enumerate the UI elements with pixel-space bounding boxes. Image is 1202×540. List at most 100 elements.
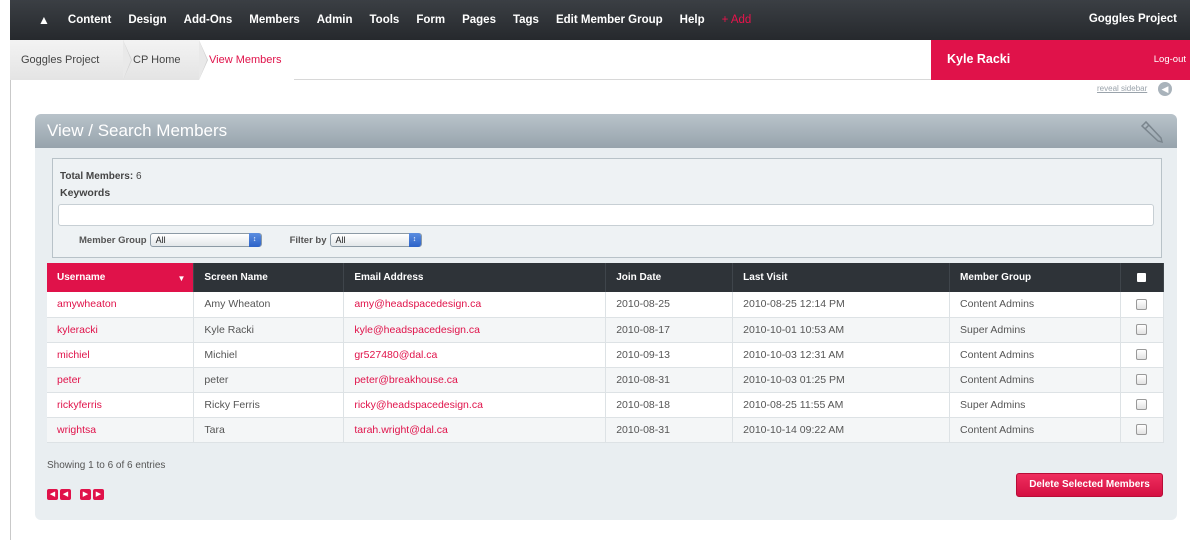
nav-item-form[interactable]: Form <box>416 14 445 26</box>
breadcrumb-label: View Members <box>209 54 282 66</box>
breadcrumb-item-cp-home[interactable]: CP Home <box>123 40 208 80</box>
email-link[interactable]: kyle@headspacedesign.ca <box>343 317 607 343</box>
row-checkbox[interactable] <box>1136 399 1148 411</box>
table-row: michiel Michiel gr527480@dal.ca 2010-09-… <box>47 342 1165 368</box>
filter-row: Member Group All ↕ Filter by All ↕ <box>79 232 422 248</box>
first-page-icon[interactable]: ◀ <box>47 489 58 500</box>
username-link[interactable]: michiel <box>47 342 195 368</box>
nav-item-admin[interactable]: Admin <box>317 14 353 26</box>
home-icon[interactable]: ▲ <box>38 13 50 27</box>
delete-selected-members-button[interactable]: Delete Selected Members <box>1016 473 1163 497</box>
next-page-icon[interactable]: ▶ <box>80 489 91 500</box>
last-visit-cell: 2010-10-03 12:31 AM <box>732 342 951 368</box>
join-date-cell: 2010-08-31 <box>605 417 734 443</box>
previous-page-icon[interactable]: ◀ <box>60 489 71 500</box>
username-link[interactable]: amywheaton <box>47 292 195 318</box>
join-date-cell: 2010-09-13 <box>605 342 734 368</box>
row-checkbox[interactable] <box>1136 298 1148 310</box>
column-header-screen-name[interactable]: Screen Name <box>193 263 345 292</box>
join-date-cell: 2010-08-25 <box>605 292 734 318</box>
nav-item-design[interactable]: Design <box>128 14 166 26</box>
keywords-label: Keywords <box>60 187 111 199</box>
last-visit-cell: 2010-08-25 12:14 PM <box>732 292 951 318</box>
column-header-last-visit[interactable]: Last Visit <box>732 263 951 292</box>
username-link[interactable]: wrightsa <box>47 417 195 443</box>
total-members: Total Members: 6 <box>60 171 142 182</box>
email-link[interactable]: tarah.wright@dal.ca <box>343 417 607 443</box>
breadcrumb-item-site[interactable]: Goggles Project <box>10 40 132 80</box>
user-name-link[interactable]: Kyle Racki <box>947 52 1010 66</box>
last-visit-cell: 2010-10-01 10:53 AM <box>732 317 951 343</box>
nav-item-tags[interactable]: Tags <box>513 14 539 26</box>
reveal-sidebar-icon[interactable]: ◀ <box>1158 82 1172 96</box>
table-row: peter peter peter@breakhouse.ca 2010-08-… <box>47 367 1165 393</box>
join-date-cell: 2010-08-17 <box>605 317 734 343</box>
reveal-sidebar-link[interactable]: reveal sidebar <box>1097 84 1147 93</box>
screen-name-cell: Michiel <box>193 342 345 368</box>
email-link[interactable]: peter@breakhouse.ca <box>343 367 607 393</box>
row-checkbox[interactable] <box>1136 324 1148 336</box>
table-header-row: Username ▼ Screen Name Email Address Joi… <box>47 263 1165 292</box>
members-panel: View / Search Members Total Members: 6 K… <box>35 114 1177 520</box>
screen-name-cell: Tara <box>193 417 345 443</box>
nav-item-pages[interactable]: Pages <box>462 14 496 26</box>
column-header-member-group[interactable]: Member Group <box>949 263 1121 292</box>
row-checkbox-cell <box>1120 417 1165 443</box>
breadcrumb: Goggles Project CP Home View Members <box>10 40 294 80</box>
row-checkbox-cell <box>1120 292 1165 318</box>
breadcrumb-label: Goggles Project <box>21 54 100 66</box>
nav-item-tools[interactable]: Tools <box>370 14 400 26</box>
join-date-cell: 2010-08-18 <box>605 392 734 418</box>
email-link[interactable]: amy@headspacedesign.ca <box>343 292 607 318</box>
row-checkbox[interactable] <box>1136 349 1148 361</box>
nav-item-add-ons[interactable]: Add-Ons <box>184 14 233 26</box>
member-group-select[interactable]: All ↕ <box>149 233 262 247</box>
member-group-cell: Content Admins <box>949 292 1121 318</box>
nav-item-content[interactable]: Content <box>68 14 111 26</box>
filter-by-select[interactable]: All ↕ <box>329 233 422 247</box>
username-link[interactable]: rickyferris <box>47 392 195 418</box>
member-group-select-value: All <box>155 235 166 245</box>
row-checkbox[interactable] <box>1136 374 1148 386</box>
column-header-email[interactable]: Email Address <box>343 263 607 292</box>
select-all-checkbox[interactable] <box>1120 263 1165 292</box>
table-row: kyleracki Kyle Racki kyle@headspacedesig… <box>47 317 1165 343</box>
site-name-link[interactable]: Goggles Project <box>1089 13 1177 25</box>
nav-add-link[interactable]: + Add <box>722 14 752 26</box>
total-members-label: Total Members: <box>60 171 134 182</box>
page-title: View / Search Members <box>47 121 228 140</box>
sort-down-icon: ▼ <box>177 274 186 283</box>
nav-item-edit-member-group[interactable]: Edit Member Group <box>556 14 663 26</box>
username-link[interactable]: kyleracki <box>47 317 195 343</box>
select-arrows-icon: ↕ <box>408 233 421 247</box>
breadcrumb-item-current: View Members <box>199 40 294 80</box>
nav-item-members[interactable]: Members <box>249 14 300 26</box>
row-checkbox-cell <box>1120 317 1165 343</box>
table-row: amywheaton Amy Wheaton amy@headspacedesi… <box>47 292 1165 318</box>
member-group-cell: Super Admins <box>949 392 1121 418</box>
filter-by-select-value: All <box>335 235 346 245</box>
email-link[interactable]: gr527480@dal.ca <box>343 342 607 368</box>
username-link[interactable]: peter <box>47 367 195 393</box>
page-frame-edge <box>10 0 11 540</box>
member-group-cell: Content Admins <box>949 342 1121 368</box>
column-header-username[interactable]: Username ▼ <box>47 263 195 292</box>
column-header-join-date[interactable]: Join Date <box>605 263 734 292</box>
total-members-value: 6 <box>135 171 142 182</box>
breadcrumb-bar: Goggles Project CP Home View Members Kyl… <box>10 40 1190 80</box>
select-arrows-icon: ↕ <box>248 233 261 247</box>
breadcrumb-label: CP Home <box>133 54 181 66</box>
screen-name-cell: peter <box>193 367 345 393</box>
row-checkbox-cell <box>1120 342 1165 368</box>
email-link[interactable]: ricky@headspacedesign.ca <box>343 392 607 418</box>
row-checkbox[interactable] <box>1136 424 1148 436</box>
last-visit-cell: 2010-10-14 09:22 AM <box>732 417 951 443</box>
last-page-icon[interactable]: ▶ <box>93 489 104 500</box>
table-row: rickyferris Ricky Ferris ricky@headspace… <box>47 392 1165 418</box>
checkbox-icon <box>1137 272 1147 282</box>
logout-link[interactable]: Log-out <box>1154 54 1186 65</box>
screen-name-cell: Ricky Ferris <box>193 392 345 418</box>
main-nav: ▲ Content Design Add-Ons Members Admin T… <box>10 0 1190 40</box>
keywords-input[interactable] <box>58 204 1154 226</box>
nav-item-help[interactable]: Help <box>680 14 705 26</box>
